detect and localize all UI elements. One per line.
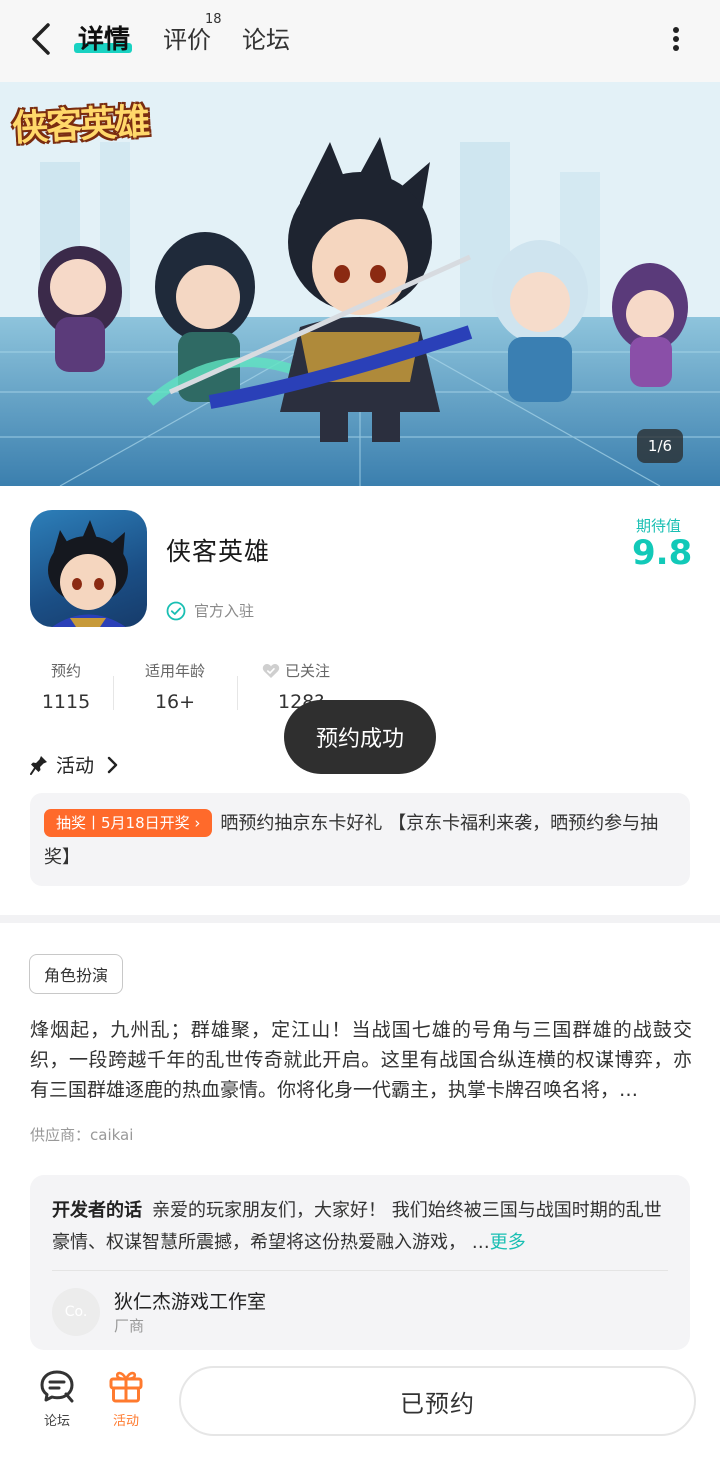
- activity-label: 活动: [112, 1414, 139, 1429]
- developer-card[interactable]: 开发者的话 亲爱的玩家朋友们，大家好！ 我们始终被三国与战国时期的乱世豪情、权谋智…: [30, 1175, 690, 1350]
- divider: [113, 676, 114, 710]
- supplier-info: 供应商：caikai: [30, 1126, 134, 1144]
- studio-name[interactable]: 狄仁杰游戏工作室: [114, 1287, 266, 1314]
- stat-label: 适用年龄: [144, 662, 205, 680]
- stat-reservations: 预约 1115: [36, 660, 96, 713]
- studio-role: 厂商: [114, 1317, 145, 1335]
- follow-status: 已关注: [262, 660, 342, 681]
- activity-title: 活动: [56, 755, 95, 777]
- studio-avatar[interactable]: Co.: [52, 1288, 100, 1336]
- official-badge: 官方入驻: [166, 600, 254, 621]
- stat-value: 16+: [154, 691, 196, 713]
- screenshot-carousel[interactable]: 侠客英雄 1/6: [0, 82, 720, 486]
- stat-age: 适用年龄 16+: [136, 660, 214, 713]
- section-divider: [0, 915, 720, 923]
- bottom-nav-activity[interactable]: 活动: [96, 1368, 156, 1429]
- forum-label: 论坛: [43, 1414, 70, 1429]
- divider: [52, 1270, 668, 1271]
- chevron-right-icon: [107, 756, 118, 773]
- more-options-icon[interactable]: [664, 24, 688, 54]
- forum-chat-icon: [40, 1370, 74, 1403]
- developer-text: 亲爱的玩家朋友们，大家好！ 我们始终被三国与战国时期的乱世豪情、权谋智慧所震撼，…: [52, 1200, 662, 1253]
- top-nav-bar: 详情 评价 18 论坛: [0, 0, 720, 82]
- bottom-action-bar: 论坛 活动 已预约: [0, 1350, 720, 1469]
- activity-card[interactable]: 抽奖丨5月18日开奖 › 晒预约抽京东卡好礼 【京东卡福利来袭，晒预约参与抽奖】: [30, 793, 690, 886]
- expectation-score: 9.8: [632, 533, 693, 573]
- reserved-button[interactable]: 已预约: [179, 1366, 696, 1436]
- reviews-count-badge: 18: [205, 12, 222, 27]
- activity-section-header[interactable]: 活动: [30, 751, 120, 778]
- tab-forum[interactable]: 论坛: [242, 20, 290, 55]
- more-link[interactable]: 更多: [490, 1232, 526, 1253]
- verified-check-icon: [166, 601, 186, 620]
- back-icon[interactable]: [30, 22, 60, 56]
- app-icon: [30, 510, 147, 627]
- stat-value: 1115: [41, 691, 91, 713]
- game-description[interactable]: 烽烟起，九州乱；群雄聚，定江山！当战国七雄的号角与三国群雄的战鼓交织，一段跨越千…: [30, 1015, 692, 1105]
- bottom-nav-forum[interactable]: 论坛: [27, 1368, 87, 1429]
- genre-tag[interactable]: 角色扮演: [29, 954, 124, 994]
- divider: [237, 676, 238, 710]
- game-logo: 侠客英雄: [11, 100, 150, 150]
- official-label: 官方入驻: [194, 602, 255, 620]
- pin-icon: [30, 755, 47, 775]
- follow-label: 已关注: [285, 662, 331, 680]
- heart-icon: [262, 663, 280, 678]
- stat-label: 预约: [50, 662, 81, 680]
- tab-details[interactable]: 详情: [78, 19, 130, 56]
- tab-reviews[interactable]: 评价: [163, 20, 211, 55]
- toast-message: 预约成功: [284, 700, 436, 774]
- developer-message: 开发者的话 亲爱的玩家朋友们，大家好！ 我们始终被三国与战国时期的乱世豪情、权谋智…: [52, 1195, 672, 1259]
- carousel-page-indicator: 1/6: [637, 429, 683, 463]
- gift-icon: [109, 1371, 143, 1403]
- app-name: 侠客英雄: [166, 537, 271, 566]
- lottery-tag: 抽奖丨5月18日开奖 ›: [44, 809, 213, 837]
- developer-label: 开发者的话: [52, 1200, 142, 1221]
